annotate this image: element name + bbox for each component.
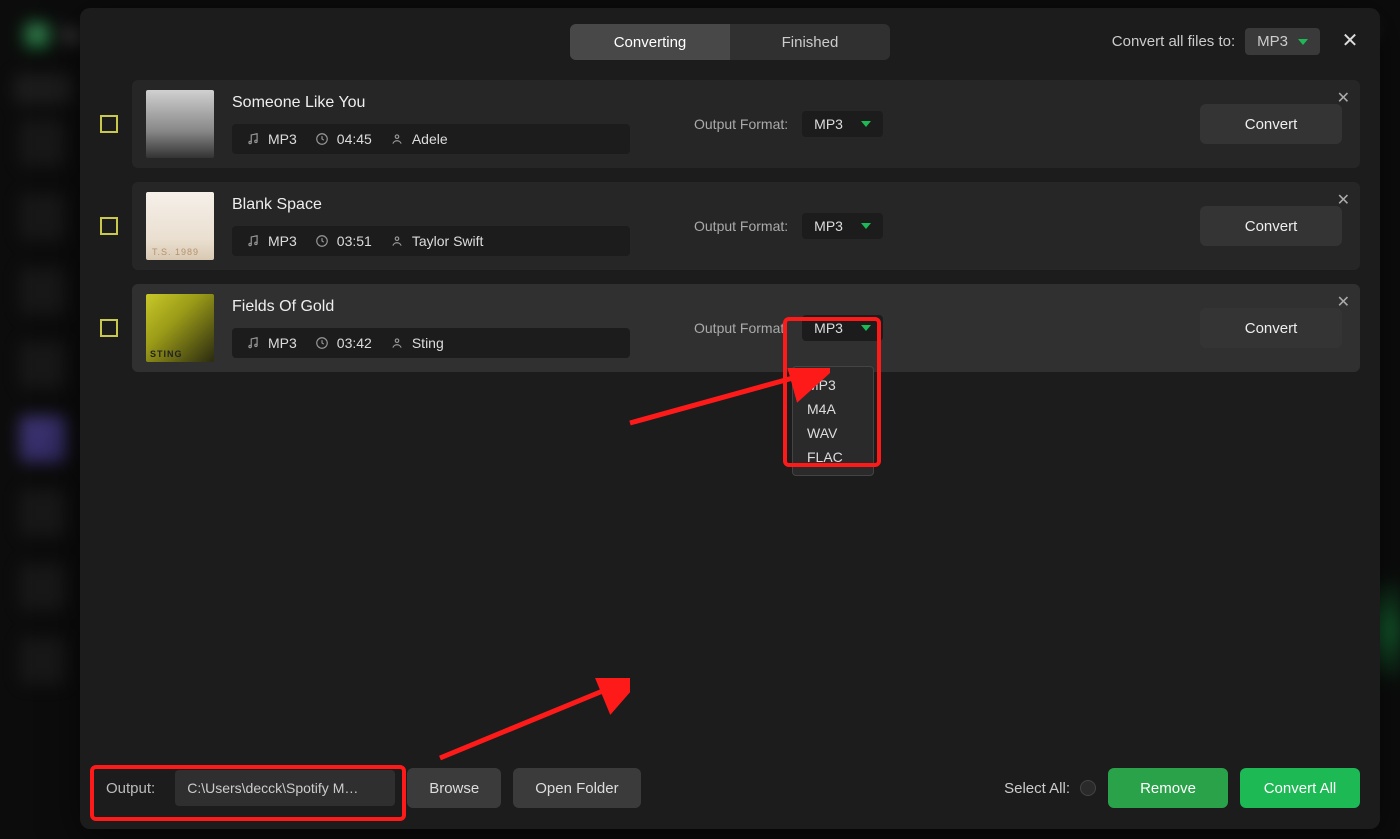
output-format-label: Output Format: [694,218,788,234]
clock-icon [315,234,329,248]
clock-icon [315,336,329,350]
tab-finished[interactable]: Finished [730,24,890,60]
track-checkbox[interactable] [100,217,118,235]
caret-down-icon [1298,39,1308,45]
app-title-truncated: Sp [60,25,82,46]
album-art: STING [146,294,214,362]
track-meta: Fields Of Gold MP3 03:42 Sting [232,298,632,358]
convert-button[interactable]: Convert [1200,308,1342,348]
track-meta-bar: MP3 04:45 Adele [232,124,630,154]
caret-down-icon [861,121,871,127]
person-icon [390,336,404,350]
format-dropdown[interactable]: MP3 M4A WAV FLAC [792,366,874,476]
track-row: Someone Like You MP3 04:45 Adele Output … [100,80,1360,168]
output-format-label: Output Format: [694,320,788,336]
bottom-toolbar: Output: C:\Users\decck\Spotify M… Browse… [100,763,1360,813]
caret-down-icon [861,223,871,229]
tab-converting[interactable]: Converting [570,24,730,60]
tabs: Converting Finished [570,24,890,60]
output-format-group: Output Format: MP3 [694,315,883,341]
output-label: Output: [106,780,155,797]
music-note-icon [246,336,260,350]
caret-down-icon [861,325,871,331]
album-art: T.S. 1989 [146,192,214,260]
global-format-select[interactable]: MP3 [1245,28,1320,55]
person-icon [390,234,404,248]
output-format-label: Output Format: [694,116,788,132]
track-checkbox[interactable] [100,319,118,337]
output-format-select[interactable]: MP3 [802,111,883,137]
convert-button[interactable]: Convert [1200,206,1342,246]
select-all-group: Select All: [1004,780,1096,797]
format-option[interactable]: M4A [793,397,873,421]
track-meta-bar: MP3 03:51 Taylor Swift [232,226,630,256]
convert-all-format: Convert all files to: MP3 [1112,28,1320,55]
output-format-group: Output Format: MP3 [694,213,883,239]
convert-all-button[interactable]: Convert All [1240,768,1360,808]
clock-icon [315,132,329,146]
track-title: Fields Of Gold [232,298,632,316]
convert-all-label: Convert all files to: [1112,33,1235,50]
app-logo [24,22,50,48]
track-title: Blank Space [232,196,632,214]
track-meta-bar: MP3 03:42 Sting [232,328,630,358]
track-row: STING Fields Of Gold MP3 03:42 Sting Out… [100,284,1360,372]
music-note-icon [246,132,260,146]
output-format-group: Output Format: MP3 [694,111,883,137]
open-folder-button[interactable]: Open Folder [513,768,640,808]
converter-modal: Converting Finished Convert all files to… [80,8,1380,829]
track-card: T.S. 1989 Blank Space MP3 03:51 Taylor S… [132,182,1360,270]
format-option[interactable]: WAV [793,421,873,445]
browse-button[interactable]: Browse [407,768,501,808]
person-icon [390,132,404,146]
track-row: T.S. 1989 Blank Space MP3 03:51 Taylor S… [100,182,1360,270]
select-all-toggle[interactable] [1080,780,1096,796]
output-path-field[interactable]: C:\Users\decck\Spotify M… [175,770,395,806]
track-card: Someone Like You MP3 04:45 Adele Output … [132,80,1360,168]
track-meta: Someone Like You MP3 04:45 Adele [232,94,632,154]
modal-close-button[interactable]: ✕ [1338,28,1362,52]
track-meta: Blank Space MP3 03:51 Taylor Swift [232,196,632,256]
track-title: Someone Like You [232,94,632,112]
select-all-label: Select All: [1004,780,1070,797]
track-list: Someone Like You MP3 04:45 Adele Output … [100,80,1360,372]
output-format-select[interactable]: MP3 [802,315,883,341]
convert-button[interactable]: Convert [1200,104,1342,144]
global-format-value: MP3 [1257,33,1288,50]
format-option[interactable]: MP3 [793,373,873,397]
music-note-icon [246,234,260,248]
remove-button[interactable]: Remove [1108,768,1228,808]
track-checkbox[interactable] [100,115,118,133]
output-format-select[interactable]: MP3 [802,213,883,239]
format-option[interactable]: FLAC [793,445,873,469]
track-card: STING Fields Of Gold MP3 03:42 Sting Out… [132,284,1360,372]
album-art [146,90,214,158]
